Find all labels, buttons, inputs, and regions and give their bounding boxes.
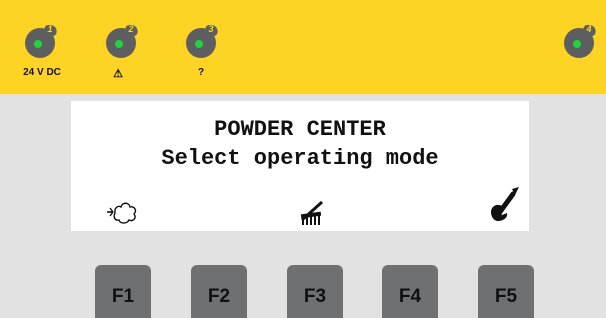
led-number-4: 4 <box>586 24 592 34</box>
status-led-3: 3 <box>186 24 220 58</box>
led-number-2: 2 <box>128 24 134 34</box>
led-label-24vdc: 24 V DC <box>23 67 61 78</box>
indicator-bar: 1 24 V DC 2 ⚠ 3 ? 4 <box>0 0 606 94</box>
f2-key[interactable]: F2 <box>191 265 247 318</box>
led-number-1: 1 <box>47 24 53 34</box>
f4-key[interactable]: F4 <box>382 265 438 318</box>
f3-key[interactable]: F3 <box>287 265 343 318</box>
f1-key[interactable]: F1 <box>95 265 151 318</box>
led-number-3: 3 <box>208 24 214 34</box>
status-led-2: 2 <box>106 24 140 58</box>
led-light-4 <box>573 40 581 48</box>
wrench-icon[interactable] <box>489 186 523 222</box>
lcd-display: POWDER CENTER Select operating mode <box>71 101 529 231</box>
f5-key[interactable]: F5 <box>478 265 534 318</box>
display-title: POWDER CENTER <box>214 117 386 142</box>
display-subtitle: Select operating mode <box>161 146 439 171</box>
status-led-4: 4 <box>564 24 598 58</box>
cloud-icon[interactable] <box>105 199 139 225</box>
help-icon: ? <box>197 67 205 78</box>
led-light-2 <box>115 40 123 48</box>
led-light-1 <box>34 40 42 48</box>
rake-icon[interactable] <box>296 197 326 227</box>
warning-icon: ⚠ <box>113 68 123 80</box>
led-light-3 <box>195 40 203 48</box>
status-led-1: 1 <box>25 24 59 58</box>
